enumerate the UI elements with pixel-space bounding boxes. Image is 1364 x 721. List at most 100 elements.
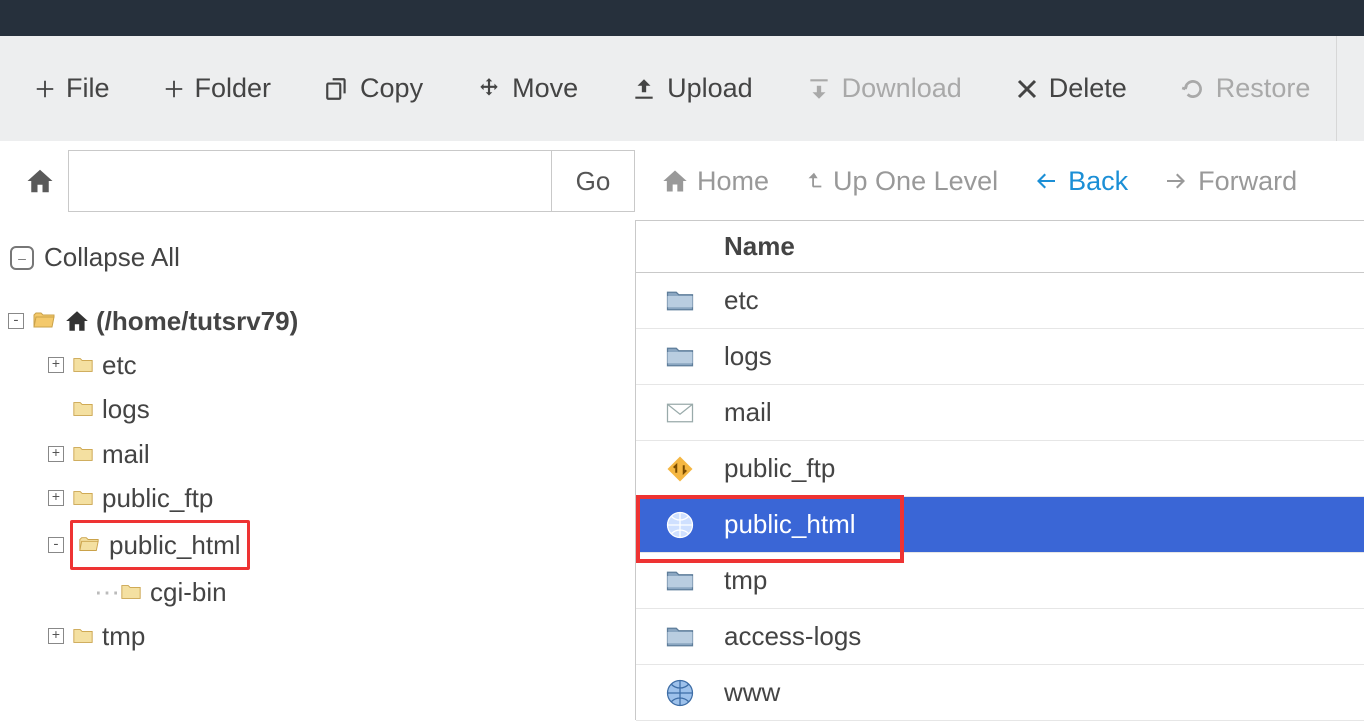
upload-button[interactable]: Upload	[605, 36, 780, 141]
expand-toggle[interactable]: -	[48, 537, 64, 553]
main-area: – Collapse All - (/home/tutsrv79) + etc	[0, 220, 1364, 720]
tree-node-tmp[interactable]: + tmp	[48, 614, 627, 658]
collapse-all-label: Collapse All	[44, 242, 180, 273]
tree-node-label: tmp	[102, 614, 145, 658]
copy-button[interactable]: Copy	[298, 36, 450, 141]
file-type-icon	[636, 342, 724, 372]
tree-node-label: etc	[102, 343, 137, 387]
nav-label: Up One Level	[833, 166, 998, 197]
home-button[interactable]	[10, 150, 68, 212]
folder-open-icon	[30, 309, 58, 333]
tree-root[interactable]: - (/home/tutsrv79)	[8, 299, 627, 343]
level-up-icon	[803, 167, 825, 195]
path-area: Go	[0, 142, 635, 220]
file-name: etc	[724, 285, 759, 316]
toolbar-label: Download	[842, 73, 962, 104]
tree-node-label: cgi-bin	[150, 570, 227, 614]
copy-icon	[324, 76, 350, 102]
file-row[interactable]: access-logs	[636, 609, 1364, 665]
file-name: public_html	[724, 509, 856, 540]
toolbar-label: Copy	[360, 73, 423, 104]
column-header-name[interactable]: Name	[724, 231, 795, 262]
tree-root-label: (/home/tutsrv79)	[96, 299, 298, 343]
nav-label: Forward	[1198, 166, 1297, 197]
file-row[interactable]: mail	[636, 385, 1364, 441]
tree-highlight: public_html	[70, 520, 250, 570]
folder-icon	[70, 625, 96, 647]
file-type-icon	[636, 286, 724, 316]
folder-open-icon	[75, 534, 103, 556]
window-titlebar	[0, 0, 1364, 36]
home-icon	[661, 167, 689, 195]
file-list-body: etc logs mail public_ftp public_htmltmp acces…	[636, 273, 1364, 721]
tree-node-cgi-bin[interactable]: ⋯ cgi-bin	[94, 570, 627, 614]
expand-toggle[interactable]: +	[48, 628, 64, 644]
toolbar-label: Move	[512, 73, 578, 104]
close-icon	[1015, 77, 1039, 101]
folder-icon	[70, 354, 96, 376]
folder-tree: - (/home/tutsrv79) + etc logs	[8, 299, 627, 659]
tree-node-mail[interactable]: + mail	[48, 432, 627, 476]
file-type-icon	[636, 454, 724, 484]
file-type-icon	[636, 622, 724, 652]
file-row[interactable]: www	[636, 665, 1364, 721]
file-name: www	[724, 677, 780, 708]
file-name: tmp	[724, 565, 767, 596]
folder-icon	[70, 487, 96, 509]
move-button[interactable]: Move	[450, 36, 605, 141]
nav-row: Go Home Up One Level Back Forward	[0, 142, 1364, 220]
expand-toggle[interactable]: +	[48, 357, 64, 373]
nav-forward-button[interactable]: Forward	[1162, 166, 1297, 197]
tree-node-label: public_ftp	[102, 476, 213, 520]
new-folder-button[interactable]: Folder	[137, 36, 299, 141]
new-file-button[interactable]: File	[8, 36, 137, 141]
file-type-icon	[636, 678, 724, 708]
folder-icon	[70, 398, 96, 420]
path-input[interactable]	[68, 150, 551, 212]
expand-toggle[interactable]: +	[48, 490, 64, 506]
file-row[interactable]: etc	[636, 273, 1364, 329]
plus-icon	[163, 78, 185, 100]
nav-label: Back	[1068, 166, 1128, 197]
upload-icon	[631, 76, 657, 102]
file-row[interactable]: public_html	[636, 497, 1364, 553]
expand-toggle[interactable]: -	[8, 313, 24, 329]
tree-node-etc[interactable]: + etc	[48, 343, 627, 387]
nav-up-button[interactable]: Up One Level	[803, 166, 998, 197]
file-row[interactable]: public_ftp	[636, 441, 1364, 497]
file-row[interactable]: logs	[636, 329, 1364, 385]
delete-button[interactable]: Delete	[989, 36, 1154, 141]
tree-node-label: public_html	[109, 523, 241, 567]
file-type-icon	[636, 510, 724, 540]
folder-tree-sidebar: – Collapse All - (/home/tutsrv79) + etc	[0, 220, 635, 720]
move-icon	[476, 76, 502, 102]
file-name: mail	[724, 397, 772, 428]
folder-icon	[70, 443, 96, 465]
tree-node-logs[interactable]: logs	[48, 387, 627, 431]
expand-spacer	[48, 401, 64, 417]
restore-button[interactable]: Restore	[1154, 36, 1338, 141]
nav-home-button[interactable]: Home	[661, 166, 769, 197]
file-row[interactable]: tmp	[636, 553, 1364, 609]
toolbar-label: Upload	[667, 73, 753, 104]
file-type-icon	[636, 566, 724, 596]
restore-icon	[1180, 76, 1206, 102]
plus-icon	[34, 78, 56, 100]
toolbar-label: Folder	[195, 73, 272, 104]
arrow-right-icon	[1162, 169, 1190, 193]
toolbar-label: File	[66, 73, 110, 104]
expand-toggle[interactable]: +	[48, 446, 64, 462]
go-button[interactable]: Go	[551, 150, 635, 212]
collapse-all-button[interactable]: – Collapse All	[8, 238, 627, 277]
home-icon	[64, 308, 90, 334]
tree-connector: ⋯	[94, 570, 112, 614]
tree-node-public-html[interactable]: - public_html	[48, 520, 627, 570]
file-name: access-logs	[724, 621, 861, 652]
tree-node-label: logs	[102, 387, 150, 431]
tree-node-public-ftp[interactable]: + public_ftp	[48, 476, 627, 520]
download-button[interactable]: Download	[780, 36, 989, 141]
file-list-header[interactable]: Name	[636, 221, 1364, 273]
nav-back-button[interactable]: Back	[1032, 166, 1128, 197]
file-name: logs	[724, 341, 772, 372]
main-toolbar: File Folder Copy Move Upload Download	[0, 36, 1364, 142]
